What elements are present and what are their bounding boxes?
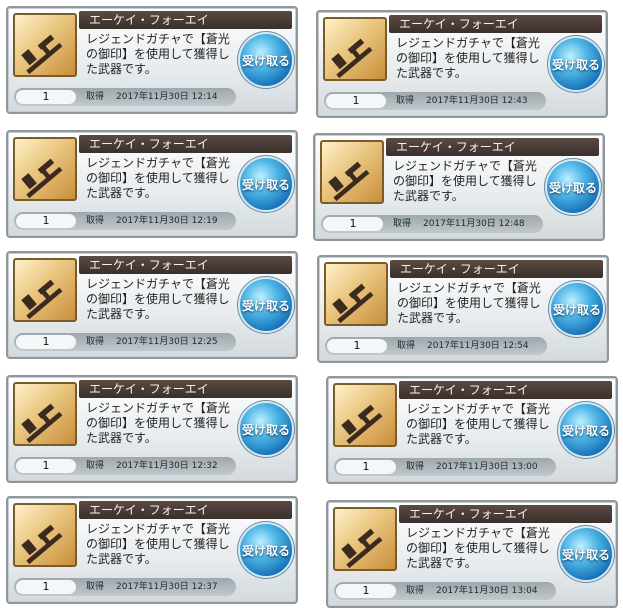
acquired-label: 取得 bbox=[86, 92, 105, 102]
assault-rifle-icon bbox=[13, 503, 77, 567]
acquired-timestamp: 2017年11月30日 12:32 bbox=[116, 461, 218, 471]
assault-rifle-icon bbox=[13, 258, 77, 322]
info-bar: 1 取得 2017年11月30日 12:25 bbox=[14, 333, 236, 351]
receive-button[interactable]: 受け取る bbox=[560, 528, 612, 580]
gift-card: エーケイ・フォーエイ レジェンドガチャで【蒼光 の御印】を使用して獲得し た武器です… bbox=[317, 255, 609, 363]
receive-button[interactable]: 受け取る bbox=[547, 161, 599, 213]
assault-rifle-icon bbox=[324, 262, 388, 326]
acquired-timestamp: 2017年11月30日 12:37 bbox=[116, 582, 218, 592]
receive-button[interactable]: 受け取る bbox=[240, 34, 292, 86]
info-bar: 1 取得 2017年11月30日 13:04 bbox=[334, 582, 556, 600]
item-description: レジェンドガチャで【蒼光 の御印】を使用して獲得し た武器です。 bbox=[86, 32, 230, 76]
item-name: エーケイ・フォーエイ bbox=[390, 260, 603, 278]
item-name: エーケイ・フォーエイ bbox=[79, 380, 292, 398]
assault-rifle-icon bbox=[323, 17, 387, 81]
item-description: レジェンドガチャで【蒼光 の御印】を使用して獲得し た武器です。 bbox=[86, 522, 230, 566]
quantity-badge: 1 bbox=[336, 584, 396, 598]
acquired-label: 取得 bbox=[406, 586, 425, 596]
quantity-badge: 1 bbox=[16, 90, 76, 104]
item-name: エーケイ・フォーエイ bbox=[399, 381, 612, 399]
acquired-timestamp: 2017年11月30日 12:14 bbox=[116, 92, 218, 102]
gift-card: エーケイ・フォーエイ レジェンドガチャで【蒼光 の御印】を使用して獲得し た武器です… bbox=[326, 500, 618, 608]
gift-card: エーケイ・フォーエイ レジェンドガチャで【蒼光 の御印】を使用して獲得し た武器です… bbox=[326, 376, 618, 484]
item-description: レジェンドガチャで【蒼光 の御印】を使用して獲得し た武器です。 bbox=[86, 401, 230, 445]
item-name: エーケイ・フォーエイ bbox=[79, 11, 292, 29]
item-description: レジェンドガチャで【蒼光 の御印】を使用して獲得し た武器です。 bbox=[406, 402, 550, 446]
acquired-timestamp: 2017年11月30日 13:00 bbox=[436, 462, 538, 472]
info-bar: 1 取得 2017年11月30日 12:19 bbox=[14, 212, 236, 230]
info-bar: 1 取得 2017年11月30日 12:32 bbox=[14, 457, 236, 475]
gift-card: エーケイ・フォーエイ レジェンドガチャで【蒼光 の御印】を使用して獲得し た武器です… bbox=[6, 496, 298, 604]
info-bar: 1 取得 2017年11月30日 12:54 bbox=[325, 337, 547, 355]
acquired-timestamp: 2017年11月30日 12:19 bbox=[116, 216, 218, 226]
item-description: レジェンドガチャで【蒼光 の御印】を使用して獲得し た武器です。 bbox=[397, 281, 541, 325]
info-bar: 1 取得 2017年11月30日 12:37 bbox=[14, 578, 236, 596]
acquired-timestamp: 2017年11月30日 12:25 bbox=[116, 337, 218, 347]
item-description: レジェンドガチャで【蒼光 の御印】を使用して獲得し た武器です。 bbox=[86, 277, 230, 321]
item-name: エーケイ・フォーエイ bbox=[79, 135, 292, 153]
gift-card: エーケイ・フォーエイ レジェンドガチャで【蒼光 の御印】を使用して獲得し た武器です… bbox=[313, 133, 605, 241]
item-name: エーケイ・フォーエイ bbox=[79, 256, 292, 274]
info-bar: 1 取得 2017年11月30日 13:00 bbox=[334, 458, 556, 476]
quantity-badge: 1 bbox=[16, 335, 76, 349]
acquired-label: 取得 bbox=[86, 216, 105, 226]
acquired-label: 取得 bbox=[393, 219, 412, 229]
acquired-timestamp: 2017年11月30日 13:04 bbox=[436, 586, 538, 596]
acquired-timestamp: 2017年11月30日 12:48 bbox=[423, 219, 525, 229]
item-description: レジェンドガチャで【蒼光 の御印】を使用して獲得し た武器です。 bbox=[86, 156, 230, 200]
gift-card: エーケイ・フォーエイ レジェンドガチャで【蒼光 の御印】を使用して獲得し た武器です… bbox=[6, 375, 298, 483]
gift-card: エーケイ・フォーエイ レジェンドガチャで【蒼光 の御印】を使用して獲得し た武器です… bbox=[6, 130, 298, 238]
receive-button[interactable]: 受け取る bbox=[240, 279, 292, 331]
assault-rifle-icon bbox=[320, 140, 384, 204]
receive-button[interactable]: 受け取る bbox=[550, 38, 602, 90]
acquired-label: 取得 bbox=[397, 341, 416, 351]
item-description: レジェンドガチャで【蒼光 の御印】を使用して獲得し た武器です。 bbox=[393, 159, 537, 203]
assault-rifle-icon bbox=[333, 383, 397, 447]
gift-card: エーケイ・フォーエイ レジェンドガチャで【蒼光 の御印】を使用して獲得し た武器です… bbox=[316, 10, 608, 118]
acquired-label: 取得 bbox=[86, 582, 105, 592]
item-name: エーケイ・フォーエイ bbox=[79, 501, 292, 519]
quantity-badge: 1 bbox=[327, 339, 387, 353]
quantity-badge: 1 bbox=[16, 580, 76, 594]
item-description: レジェンドガチャで【蒼光 の御印】を使用して獲得し た武器です。 bbox=[396, 36, 540, 80]
info-bar: 1 取得 2017年11月30日 12:43 bbox=[324, 92, 546, 110]
receive-button[interactable]: 受け取る bbox=[240, 403, 292, 455]
assault-rifle-icon bbox=[13, 13, 77, 77]
gift-card: エーケイ・フォーエイ レジェンドガチャで【蒼光 の御印】を使用して獲得し た武器です… bbox=[6, 251, 298, 359]
acquired-timestamp: 2017年11月30日 12:43 bbox=[426, 96, 528, 106]
item-name: エーケイ・フォーエイ bbox=[399, 505, 612, 523]
item-description: レジェンドガチャで【蒼光 の御印】を使用して獲得し た武器です。 bbox=[406, 526, 550, 570]
assault-rifle-icon bbox=[13, 137, 77, 201]
assault-rifle-icon bbox=[333, 507, 397, 571]
assault-rifle-icon bbox=[13, 382, 77, 446]
receive-button[interactable]: 受け取る bbox=[560, 404, 612, 456]
receive-button[interactable]: 受け取る bbox=[551, 283, 603, 335]
quantity-badge: 1 bbox=[326, 94, 386, 108]
acquired-label: 取得 bbox=[86, 337, 105, 347]
info-bar: 1 取得 2017年11月30日 12:48 bbox=[321, 215, 543, 233]
acquired-timestamp: 2017年11月30日 12:54 bbox=[427, 341, 529, 351]
quantity-badge: 1 bbox=[336, 460, 396, 474]
acquired-label: 取得 bbox=[86, 461, 105, 471]
quantity-badge: 1 bbox=[16, 459, 76, 473]
receive-button[interactable]: 受け取る bbox=[240, 158, 292, 210]
item-name: エーケイ・フォーエイ bbox=[386, 138, 599, 156]
info-bar: 1 取得 2017年11月30日 12:14 bbox=[14, 88, 236, 106]
item-name: エーケイ・フォーエイ bbox=[389, 15, 602, 33]
receive-button[interactable]: 受け取る bbox=[240, 524, 292, 576]
quantity-badge: 1 bbox=[323, 217, 383, 231]
acquired-label: 取得 bbox=[396, 96, 415, 106]
acquired-label: 取得 bbox=[406, 462, 425, 472]
quantity-badge: 1 bbox=[16, 214, 76, 228]
gift-card: エーケイ・フォーエイ レジェンドガチャで【蒼光 の御印】を使用して獲得し た武器です… bbox=[6, 6, 298, 114]
